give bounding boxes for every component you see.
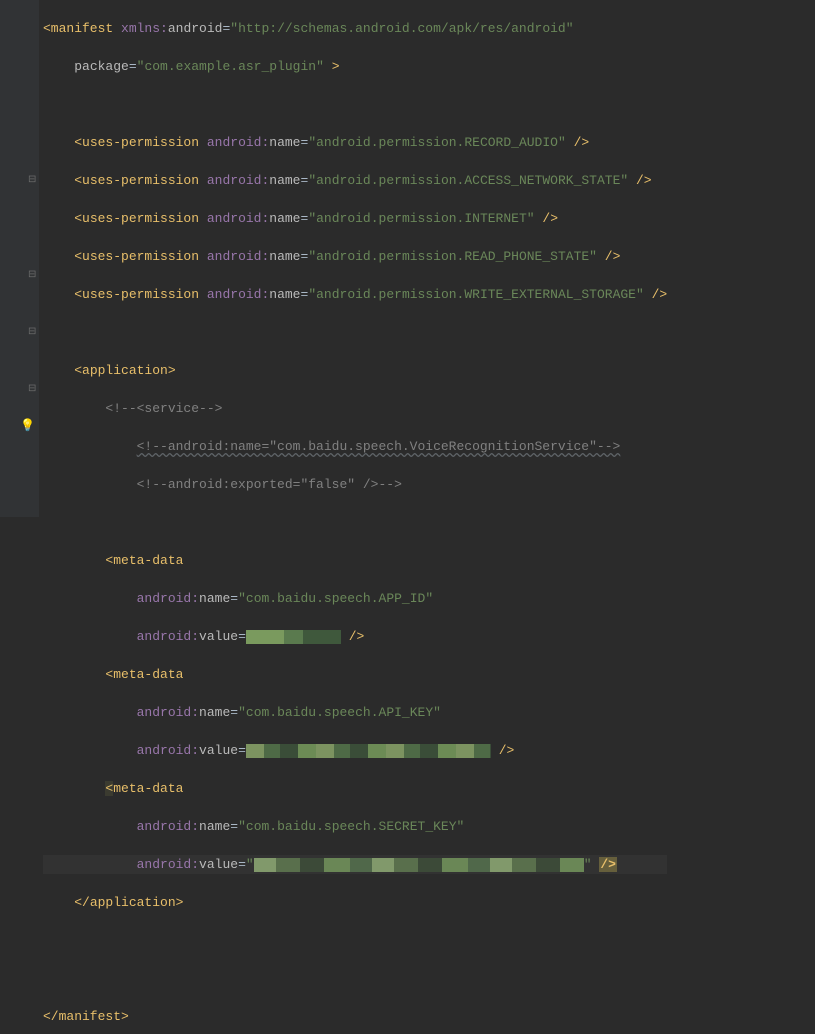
editor-gutter: ⊟ ⊟ ⊟ ⊟ 💡 — [0, 0, 39, 517]
code-line: <application> — [43, 361, 667, 380]
intention-bulb-icon[interactable]: 💡 — [20, 417, 35, 436]
redacted-value — [246, 630, 341, 644]
code-line-active: android:value="" /> — [43, 855, 667, 874]
code-line: <uses-permission android:name="android.p… — [43, 171, 667, 190]
code-line: android:name="com.baidu.speech.SECRET_KE… — [43, 817, 667, 836]
code-line: <uses-permission android:name="android.p… — [43, 209, 667, 228]
code-area[interactable]: <manifest xmlns:android="http://schemas.… — [39, 0, 667, 517]
code-line — [43, 323, 667, 342]
code-line: </manifest> — [43, 1007, 667, 1026]
code-line: <uses-permission android:name="android.p… — [43, 285, 667, 304]
code-line: package="com.example.asr_plugin" > — [43, 57, 667, 76]
code-line — [43, 969, 667, 988]
code-line: android:name="com.baidu.speech.API_KEY" — [43, 703, 667, 722]
code-line: android:value= /> — [43, 627, 667, 646]
fold-marker-icon[interactable]: ⊟ — [28, 266, 36, 285]
code-line — [43, 95, 667, 114]
code-line: </application> — [43, 893, 667, 912]
redacted-value — [254, 858, 584, 872]
fold-marker-icon[interactable]: ⊟ — [28, 323, 36, 342]
code-line: <manifest xmlns:android="http://schemas.… — [43, 19, 667, 38]
code-line: <meta-data — [43, 551, 667, 570]
code-line: <!--<service--> — [43, 399, 667, 418]
code-line — [43, 931, 667, 950]
code-line: <meta-data — [43, 779, 667, 798]
code-line: android:value= /> — [43, 741, 667, 760]
code-line: android:name="com.baidu.speech.APP_ID" — [43, 589, 667, 608]
code-line: <uses-permission android:name="android.p… — [43, 247, 667, 266]
code-editor[interactable]: ⊟ ⊟ ⊟ ⊟ 💡 <manifest xmlns:android="http:… — [0, 0, 815, 517]
fold-marker-icon[interactable]: ⊟ — [28, 171, 36, 190]
code-line: <!--android:exported="false" />--> — [43, 475, 667, 494]
code-line — [43, 513, 667, 532]
fold-marker-icon[interactable]: ⊟ — [28, 380, 36, 399]
code-line: <uses-permission android:name="android.p… — [43, 133, 667, 152]
redacted-value — [246, 744, 491, 758]
code-line: <meta-data — [43, 665, 667, 684]
code-line: <!--android:name="com.baidu.speech.Voice… — [43, 437, 667, 456]
